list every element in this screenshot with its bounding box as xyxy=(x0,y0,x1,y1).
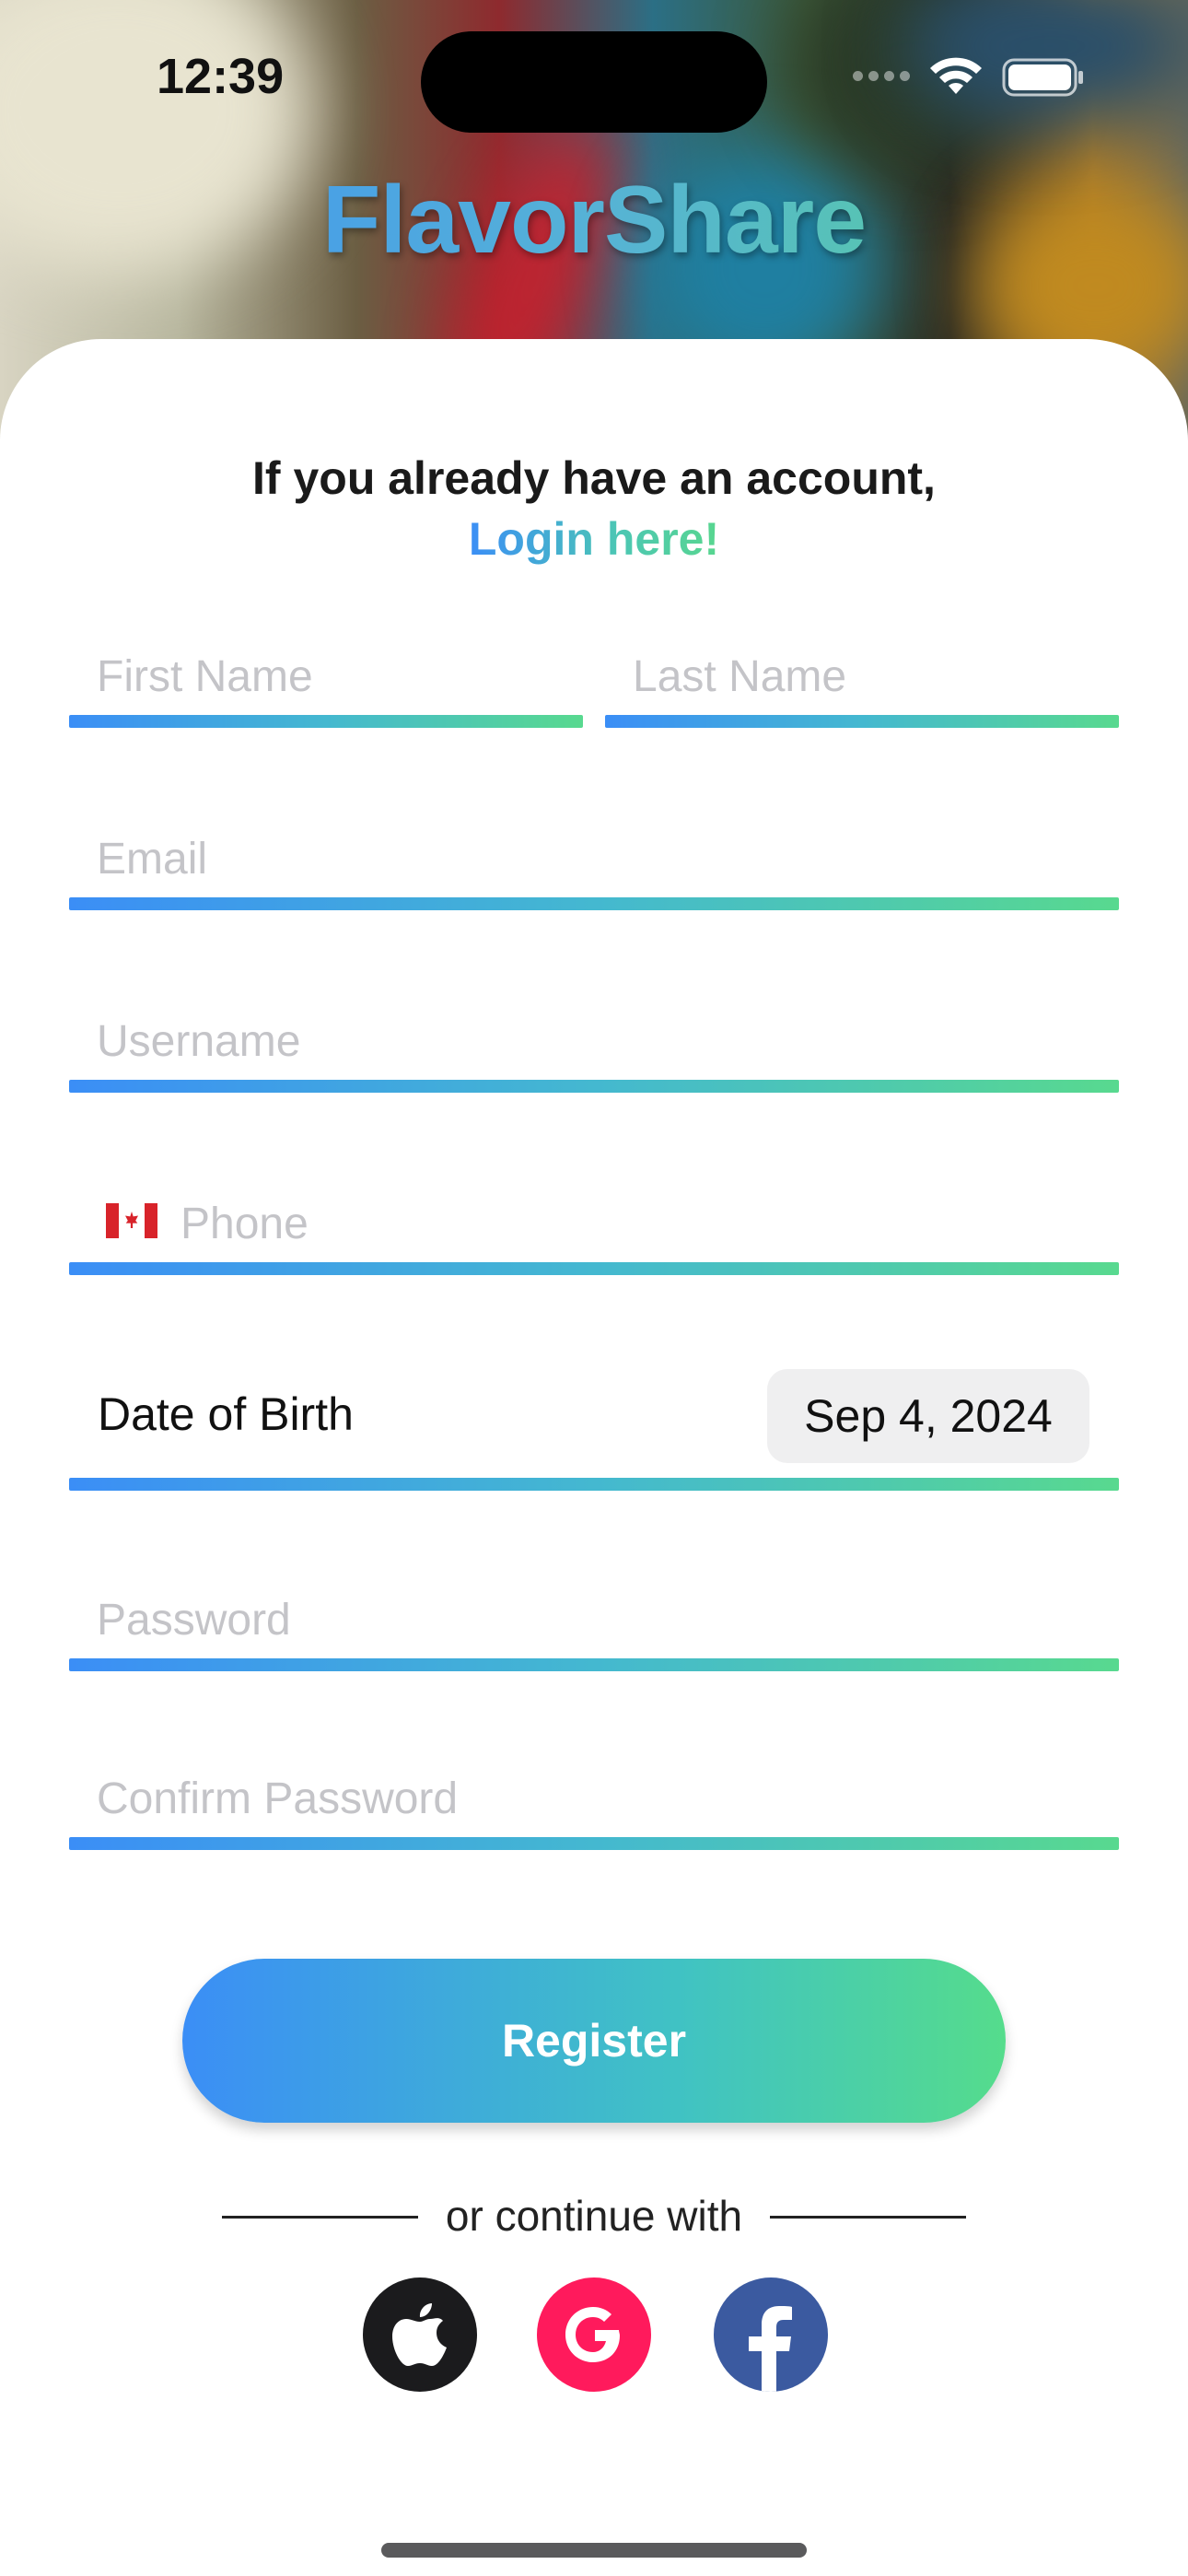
canada-flag-icon[interactable] xyxy=(106,1203,157,1238)
apple-login-button[interactable] xyxy=(363,2277,477,2392)
login-link[interactable]: Login here! xyxy=(0,512,1188,566)
divider-text: or continue with xyxy=(445,2192,743,2240)
password-field[interactable]: Password xyxy=(69,1588,1119,1671)
status-time: 12:39 xyxy=(157,49,285,104)
phone-underline xyxy=(69,1262,1119,1275)
password-placeholder: Password xyxy=(97,1596,291,1645)
last-name-underline xyxy=(605,715,1119,728)
confirm-password-field[interactable]: Confirm Password xyxy=(69,1767,1119,1850)
dob-field xyxy=(69,1408,1119,1491)
login-link-label: Login here! xyxy=(468,513,720,565)
app-title: FlavorShare xyxy=(0,166,1188,275)
apple-icon xyxy=(392,2303,447,2366)
divider-line-right xyxy=(770,2216,966,2219)
intro-text: If you already have an account, xyxy=(252,452,936,504)
dob-underline xyxy=(69,1478,1119,1491)
cellular-signal-icon xyxy=(847,69,910,86)
first-name-field[interactable]: First Name xyxy=(69,645,583,728)
email-underline xyxy=(69,897,1119,910)
facebook-login-button[interactable] xyxy=(714,2277,828,2392)
confirm-password-placeholder: Confirm Password xyxy=(97,1774,459,1823)
home-indicator xyxy=(381,2543,807,2558)
username-underline xyxy=(69,1080,1119,1093)
dynamic-island xyxy=(421,31,767,133)
google-icon xyxy=(565,2307,620,2362)
last-name-placeholder: Last Name xyxy=(633,652,847,701)
last-name-field[interactable]: Last Name xyxy=(605,645,1119,728)
register-button[interactable]: Register xyxy=(182,1959,1006,2123)
email-field[interactable]: Email xyxy=(69,827,1119,910)
facebook-icon xyxy=(749,2306,792,2392)
email-placeholder: Email xyxy=(97,835,208,884)
battery-icon xyxy=(1002,58,1083,97)
password-underline xyxy=(69,1658,1119,1671)
phone-field[interactable]: Phone xyxy=(69,1192,1119,1275)
confirm-password-underline xyxy=(69,1837,1119,1850)
phone-placeholder: Phone xyxy=(181,1200,309,1248)
username-field[interactable]: Username xyxy=(69,1010,1119,1093)
username-placeholder: Username xyxy=(97,1017,301,1066)
first-name-placeholder: First Name xyxy=(97,652,313,701)
wifi-icon xyxy=(930,57,982,94)
status-indicators xyxy=(847,57,1085,98)
google-login-button[interactable] xyxy=(537,2277,651,2392)
first-name-underline xyxy=(69,715,583,728)
